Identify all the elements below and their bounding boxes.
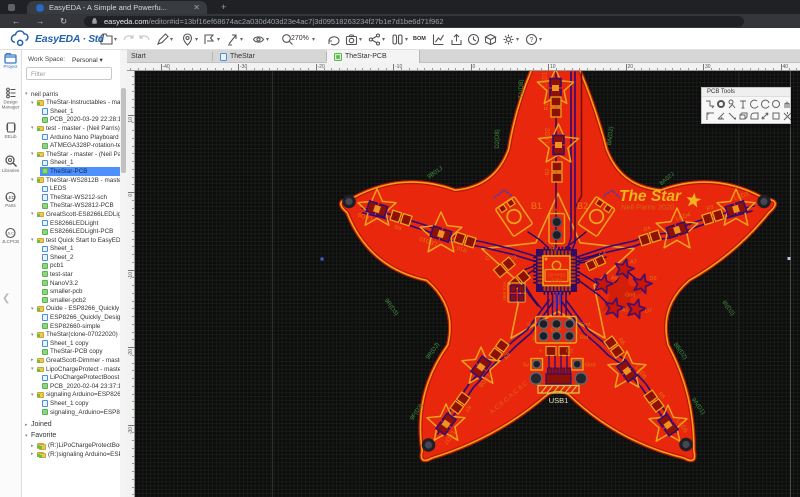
svg-text:+: +	[539, 349, 543, 355]
svg-text:328p: 328p	[551, 278, 563, 284]
svg-text:LED2: LED2	[546, 127, 552, 143]
svg-text:USB1: USB1	[549, 396, 569, 405]
svg-text:?: ?	[530, 37, 534, 44]
svg-text:Rst: Rst	[580, 335, 589, 341]
svg-text:B1: B1	[531, 201, 542, 211]
svg-text:C2: C2	[566, 349, 573, 355]
svg-text:ESP: ESP	[551, 328, 562, 334]
svg-text:8I(D2): 8I(D2)	[721, 300, 735, 317]
svg-text:R2: R2	[545, 168, 551, 175]
svg-text:8A(D2): 8A(D2)	[607, 126, 615, 146]
svg-text:5v: 5v	[523, 363, 529, 369]
svg-text:A8: A8	[611, 276, 618, 282]
svg-text:Gnd: Gnd	[585, 363, 595, 369]
svg-text:D2(D8): D2(D8)	[495, 129, 501, 148]
svg-text:JLC: JLC	[7, 232, 14, 236]
svg-text:Gnd: Gnd	[625, 293, 635, 299]
svg-text:5v: 5v	[527, 323, 533, 329]
svg-text:LED1: LED1	[543, 71, 549, 87]
svg-text:Neil Parris 2020: Neil Parris 2020	[621, 203, 674, 212]
svg-text:Gnd: Gnd	[580, 322, 590, 328]
svg-text:A7: A7	[630, 260, 637, 266]
svg-text:T1(D8): T1(D8)	[519, 80, 525, 99]
svg-text:R1: R1	[544, 103, 550, 110]
svg-text:16M X1A: 16M X1A	[502, 280, 508, 301]
svg-text:D6: D6	[650, 276, 657, 282]
svg-text:Rx: Rx	[551, 247, 558, 253]
svg-text:Tx: Tx	[551, 208, 557, 214]
svg-text:LED: LED	[6, 195, 16, 200]
svg-text:1: 1	[532, 336, 535, 342]
svg-text:9R(D3): 9R(D3)	[383, 298, 399, 317]
svg-text:B2: B2	[577, 201, 588, 211]
svg-text:D7: D7	[645, 309, 652, 315]
svg-text:A5: A5	[622, 308, 629, 314]
svg-text:9B01J: 9B01J	[427, 166, 444, 181]
